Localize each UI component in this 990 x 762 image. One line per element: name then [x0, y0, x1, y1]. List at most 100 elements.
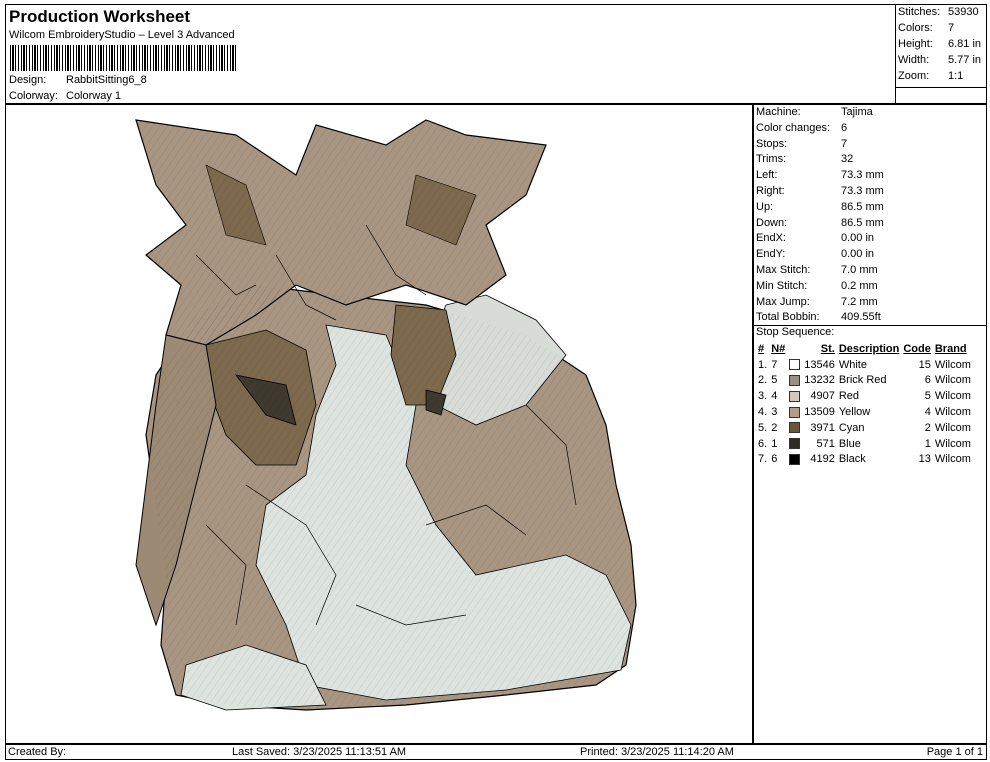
stitch-count: 13232 [804, 374, 835, 387]
info-label: Color changes: [756, 121, 830, 134]
row-number: 1. [758, 358, 768, 371]
color-swatch [787, 388, 802, 404]
info-value: 73.3 mm [841, 185, 884, 197]
swatch-icon [789, 422, 801, 434]
info-label: Total Bobbin: [756, 311, 820, 324]
color-swatch [787, 357, 802, 373]
stat-zoom-value: 1:1 [948, 70, 964, 82]
stitch-count: 13509 [804, 406, 835, 419]
row-number: 4. [758, 406, 768, 419]
info-label: Min Stitch: [756, 279, 808, 292]
info-value: Tajima [841, 106, 873, 118]
info-value: 86.5 mm [841, 216, 884, 229]
stitch-count: 571 [816, 437, 835, 450]
info-value: 32 [841, 153, 854, 166]
col-header-num: # [758, 342, 765, 355]
col-header-stitches: St. [820, 342, 835, 355]
needle-number: 3 [771, 406, 778, 419]
colorway-value: Colorway 1 [66, 90, 122, 102]
info-label: Right: [756, 185, 785, 197]
needle-number: 5 [771, 374, 778, 387]
color-code: 1 [924, 437, 931, 450]
thread-brand: Wilcom [934, 453, 971, 466]
info-value: 86.5 mm [841, 200, 884, 213]
row-number: 5. [758, 421, 768, 434]
table-row: 4. 3 13509 Yellow 4 Wilcom [756, 404, 973, 420]
color-swatch [787, 452, 802, 468]
needle-number: 1 [771, 437, 778, 450]
table-row: 5. 2 3971 Cyan 2 Wilcom [756, 420, 973, 436]
thread-brand: Wilcom [934, 421, 971, 434]
table-row: 6. 1 571 Blue 1 Wilcom [756, 436, 973, 452]
color-description: Red [838, 390, 860, 403]
info-label: Down: [756, 216, 788, 229]
color-code: 6 [924, 374, 931, 387]
swatch-icon [789, 454, 801, 466]
needle-number: 7 [771, 358, 778, 371]
created-by: Created By: [8, 746, 67, 758]
info-label: EndX: [756, 232, 786, 245]
stitch-count: 13546 [804, 358, 835, 371]
software-name: Wilcom EmbroideryStudio – Level 3 Advanc… [9, 29, 235, 41]
info-label: Max Jump: [756, 295, 810, 308]
needle-number: 6 [771, 453, 778, 466]
color-description: Blue [838, 437, 861, 450]
info-value: 7.2 mm [841, 295, 878, 308]
color-swatch [787, 420, 802, 436]
color-description: Yellow [838, 406, 871, 419]
table-row: 2. 5 13232 Brick Red 6 Wilcom [756, 373, 973, 389]
stat-stitches-value: 53930 [948, 6, 979, 18]
color-description: White [838, 358, 867, 371]
info-value: 409.55ft [841, 311, 881, 324]
color-description: Brick Red [838, 374, 887, 387]
color-code: 2 [924, 421, 931, 434]
info-label: Machine: [756, 106, 801, 118]
stat-colors-label: Colors: [898, 22, 933, 34]
worksheet-title: Production Worksheet [9, 7, 191, 26]
info-value: 7.0 mm [841, 264, 878, 276]
color-code: 4 [924, 406, 931, 419]
swatch-icon [789, 359, 801, 371]
color-code: 5 [924, 390, 931, 403]
info-value: 0.00 in [841, 232, 875, 245]
stitch-count: 4192 [810, 453, 835, 466]
col-header-needle: N# [771, 342, 786, 355]
row-number: 6. [758, 437, 768, 450]
thread-brand: Wilcom [934, 374, 971, 387]
thread-brand: Wilcom [934, 437, 971, 450]
row-number: 2. [758, 374, 768, 387]
thread-brand: Wilcom [934, 390, 971, 403]
last-saved: Last Saved: 3/23/2025 11:13:51 AM [232, 746, 407, 758]
table-row: 3. 4 4907 Red 5 Wilcom [756, 388, 973, 404]
worksheet-footer: Created By: Last Saved: 3/23/2025 11:13:… [5, 744, 987, 760]
table-row: 1. 7 13546 White 15 Wilcom [756, 357, 973, 373]
col-header-code: Code [903, 342, 931, 355]
stitch-count: 4907 [810, 390, 835, 403]
info-label: EndY: [756, 248, 786, 261]
color-swatch [787, 436, 802, 452]
printed-date: Printed: 3/23/2025 11:14:20 AM [580, 746, 734, 758]
stat-colors-value: 7 [948, 22, 955, 34]
color-swatch [787, 404, 802, 420]
stop-sequence-table: # N# St. Description Code Brand 1. 7 13546… [756, 341, 973, 467]
stop-sequence-title: Stop Sequence: [756, 326, 835, 338]
thread-brand: Wilcom [934, 406, 971, 419]
design-label: Design: [9, 74, 47, 86]
rabbit-embroidery-image [135, 119, 637, 711]
col-header-brand: Brand [934, 342, 967, 355]
info-label: Max Stitch: [756, 264, 811, 276]
swatch-icon [789, 375, 801, 387]
page-number: Page 1 of 1 [926, 746, 983, 758]
color-code: 13 [918, 453, 931, 466]
design-value: RabbitSitting6_8 [66, 74, 147, 86]
stat-zoom-label: Zoom: [898, 70, 930, 82]
color-swatch [787, 373, 802, 389]
swatch-icon [789, 390, 801, 402]
swatch-icon [789, 438, 801, 450]
swatch-icon [789, 406, 801, 418]
stat-stitches-label: Stitches: [898, 6, 941, 18]
machine-info-panel: Machine: Tajima Color changes: 6 Stops: … [753, 104, 987, 744]
table-row: 7. 6 4192 Black 13 Wilcom [756, 452, 973, 468]
stat-width-label: Width: [898, 54, 930, 66]
stats-divider [896, 87, 986, 88]
